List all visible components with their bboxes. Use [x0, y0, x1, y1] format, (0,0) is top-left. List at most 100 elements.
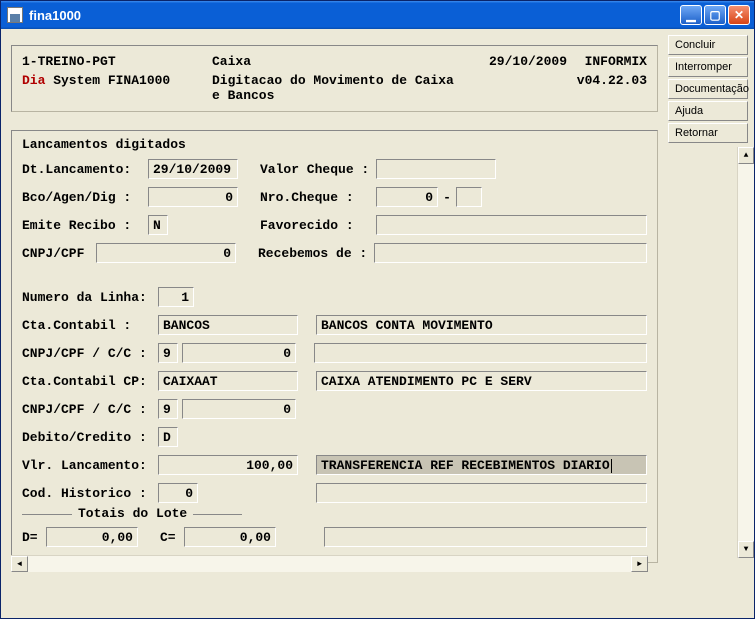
input-cnpj-cc-b[interactable]: 0 — [182, 343, 296, 363]
system-label: System FINA1000 — [45, 73, 170, 88]
label-favorecido: Favorecido : — [260, 218, 372, 233]
input-nro-cheque[interactable]: 0 — [376, 187, 438, 207]
scroll-v-track[interactable] — [738, 164, 754, 541]
desc-extra — [324, 527, 647, 547]
input-emite-recibo[interactable]: N — [148, 215, 168, 235]
label-cnpj-cpf: CNPJ/CPF — [22, 246, 92, 261]
dia-label: Dia — [22, 73, 45, 88]
header-description: Digitacao do Movimento de Caixa e Bancos — [212, 73, 457, 103]
header-db: INFORMIX — [567, 54, 647, 69]
row-emite-recibo: Emite Recibo : N Favorecido : — [22, 214, 647, 236]
window: fina1000 ▁ ▢ ✕ 1-TREINO-PGT Caixa 29/10/… — [0, 0, 755, 619]
row-numero-linha: Numero da Linha: 1 — [22, 286, 647, 308]
label-debito-credito: Debito/Credito : — [22, 430, 154, 445]
input-vlr-lancamento[interactable]: 100,00 — [158, 455, 298, 475]
label-recebemos-de: Recebemos de : — [258, 246, 370, 261]
concluir-button[interactable]: Concluir — [668, 35, 748, 55]
ajuda-button[interactable]: Ajuda — [668, 101, 748, 121]
form-box: Lancamentos digitados Dt.Lancamento: 29/… — [11, 130, 658, 563]
input-recebemos-de[interactable] — [374, 243, 647, 263]
row-cta-contabil-cp: Cta.Contabil CP: CAIXAAT CAIXA ATENDIMEN… — [22, 370, 647, 392]
header-system: Dia System FINA1000 — [22, 73, 212, 103]
header-row-1: 1-TREINO-PGT Caixa 29/10/2009 INFORMIX — [22, 54, 647, 69]
input-cnpj-cpf[interactable]: 0 — [96, 243, 236, 263]
desc-cta-contabil: BANCOS CONTA MOVIMENTO — [316, 315, 647, 335]
input-dt-lancamento[interactable]: 29/10/2009 — [148, 159, 238, 179]
row-dt-lancamento: Dt.Lancamento: 29/10/2009 Valor Cheque : — [22, 158, 647, 180]
header-module: Caixa — [212, 54, 457, 69]
form-rows: Dt.Lancamento: 29/10/2009 Valor Cheque :… — [22, 158, 647, 548]
documentacao-button[interactable]: Documentação — [668, 79, 748, 99]
header-version: v04.22.03 — [567, 73, 647, 103]
minimize-button[interactable]: ▁ — [680, 5, 702, 25]
input-numero-linha[interactable]: 1 — [158, 287, 194, 307]
scroll-up-button[interactable]: ▲ — [738, 147, 754, 164]
input-cnpj-cc-a[interactable]: 9 — [158, 343, 178, 363]
label-emite-recibo: Emite Recibo : — [22, 218, 144, 233]
close-icon: ✕ — [734, 8, 744, 22]
desc-cta-contabil-cp: CAIXA ATENDIMENTO PC E SERV — [316, 371, 647, 391]
maximize-button[interactable]: ▢ — [704, 5, 726, 25]
input-cnpj-cc2-b[interactable]: 0 — [182, 399, 296, 419]
header-row-2: Dia System FINA1000 Digitacao do Movimen… — [22, 73, 647, 103]
vlr-lancamento-desc-text: TRANSFERENCIA REF RECEBIMENTOS DIARIO — [321, 458, 610, 473]
scroll-left-button[interactable]: ◄ — [11, 556, 28, 572]
label-vlr-lancamento: Vlr. Lancamento: — [22, 458, 154, 473]
label-nro-cheque: Nro.Cheque : — [260, 190, 372, 205]
label-cta-contabil: Cta.Contabil : — [22, 318, 154, 333]
value-total-d: 0,00 — [46, 527, 138, 547]
nro-cheque-dash: - — [442, 190, 452, 205]
label-totais-lote: Totais do Lote — [72, 506, 193, 521]
label-bco-agen: Bco/Agen/Dig : — [22, 190, 144, 205]
row-cod-historico: Cod. Historico : 0 — [22, 482, 647, 504]
row-vlr-lancamento: Vlr. Lancamento: 100,00 TRANSFERENCIA RE… — [22, 454, 647, 476]
row-totais: D= 0,00 C= 0,00 — [22, 526, 647, 548]
input-cnpj-cc2-a[interactable]: 9 — [158, 399, 178, 419]
header-date: 29/10/2009 — [457, 54, 567, 69]
titlebar: fina1000 ▁ ▢ ✕ — [1, 1, 754, 29]
input-cta-contabil-cp[interactable]: CAIXAAT — [158, 371, 298, 391]
input-cta-contabil[interactable]: BANCOS — [158, 315, 298, 335]
label-c: C= — [160, 530, 180, 545]
row-cnpj-cc: CNPJ/CPF / C/C : 9 0 — [22, 342, 647, 364]
label-numero-linha: Numero da Linha: — [22, 290, 154, 305]
input-vlr-lancamento-desc[interactable]: TRANSFERENCIA REF RECEBIMENTOS DIARIO — [316, 455, 647, 475]
row-debito-credito: Debito/Credito : D — [22, 426, 647, 448]
scrollbar-vertical[interactable]: ▲ ▼ — [737, 147, 754, 558]
scrollbar-horizontal[interactable]: ◄ ► — [11, 555, 648, 572]
input-favorecido[interactable] — [376, 215, 647, 235]
desc-cnpj-cc — [314, 343, 647, 363]
input-nro-cheque-suf[interactable] — [456, 187, 482, 207]
interromper-button[interactable]: Interromper — [668, 57, 748, 77]
label-valor-cheque: Valor Cheque : — [260, 162, 372, 177]
row-cnpj-cc-2: CNPJ/CPF / C/C : 9 0 — [22, 398, 647, 420]
row-bco-agen: Bco/Agen/Dig : 0 Nro.Cheque : 0 - — [22, 186, 647, 208]
label-cnpj-cc: CNPJ/CPF / C/C : — [22, 346, 154, 361]
label-dt-lancamento: Dt.Lancamento: — [22, 162, 144, 177]
input-valor-cheque[interactable] — [376, 159, 496, 179]
label-cnpj-cc-2: CNPJ/CPF / C/C : — [22, 402, 154, 417]
section-title: Lancamentos digitados — [22, 137, 647, 152]
scroll-down-button[interactable]: ▼ — [738, 541, 754, 558]
retornar-button[interactable]: Retornar — [668, 123, 748, 143]
input-bco-agen[interactable]: 0 — [148, 187, 238, 207]
header-spacer — [457, 73, 567, 103]
close-button[interactable]: ✕ — [728, 5, 750, 25]
label-cod-historico: Cod. Historico : — [22, 486, 154, 501]
row-cnpj-cpf: CNPJ/CPF 0 Recebemos de : — [22, 242, 647, 264]
value-total-c: 0,00 — [184, 527, 276, 547]
minimize-icon: ▁ — [686, 8, 695, 22]
row-cta-contabil: Cta.Contabil : BANCOS BANCOS CONTA MOVIM… — [22, 314, 647, 336]
app-icon — [7, 7, 23, 23]
input-debito-credito[interactable]: D — [158, 427, 178, 447]
scroll-h-track[interactable] — [28, 556, 631, 572]
label-d: D= — [22, 530, 42, 545]
input-cod-historico[interactable]: 0 — [158, 483, 198, 503]
scroll-right-button[interactable]: ► — [631, 556, 648, 572]
header-context: 1-TREINO-PGT — [22, 54, 212, 69]
desc-cod-historico — [316, 483, 647, 503]
maximize-icon: ▢ — [709, 8, 720, 22]
text-caret — [611, 459, 612, 473]
main-panel: 1-TREINO-PGT Caixa 29/10/2009 INFORMIX D… — [1, 29, 668, 618]
header-box: 1-TREINO-PGT Caixa 29/10/2009 INFORMIX D… — [11, 45, 658, 112]
